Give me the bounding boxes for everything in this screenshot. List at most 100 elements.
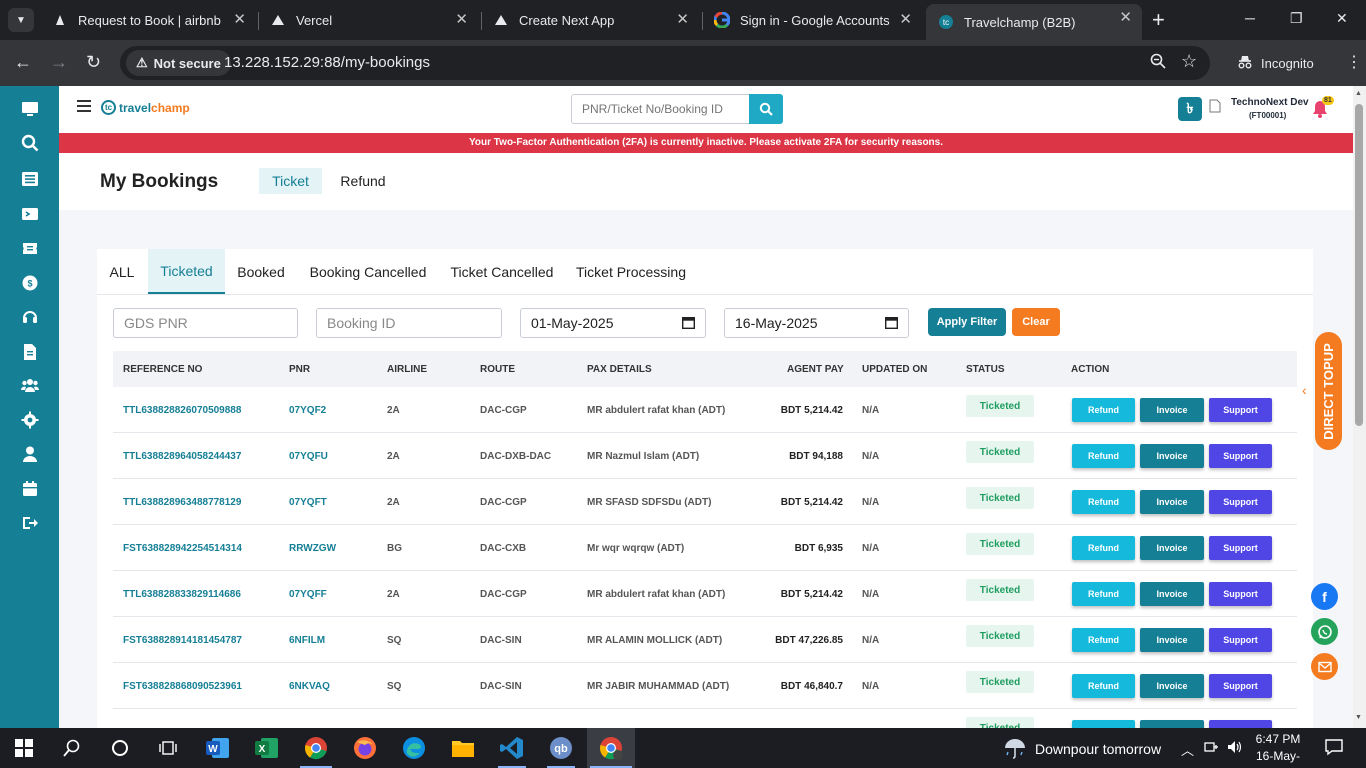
status-tab-ticketed[interactable]: Ticketed bbox=[148, 249, 225, 294]
email-icon[interactable] bbox=[1311, 653, 1338, 680]
notification-center-icon[interactable] bbox=[1325, 738, 1343, 759]
word-icon[interactable]: W bbox=[204, 734, 232, 762]
incognito-indicator[interactable]: Incognito bbox=[1223, 46, 1343, 80]
support-button[interactable]: Support bbox=[1209, 490, 1272, 514]
close-icon[interactable]: ✕ bbox=[233, 12, 246, 28]
security-chip[interactable]: ⚠ Not secure bbox=[126, 50, 231, 76]
reference-no[interactable]: FST638828942254514314 bbox=[123, 543, 242, 554]
pnr[interactable]: 07YQFU bbox=[289, 451, 328, 462]
refund-button[interactable]: Refund bbox=[1072, 674, 1135, 698]
ticket-icon[interactable] bbox=[20, 238, 40, 258]
browser-tab-travelchamp[interactable]: tc Travelchamp (B2B) ✕ bbox=[926, 4, 1142, 40]
calendar-icon[interactable] bbox=[20, 479, 40, 499]
edge-icon[interactable] bbox=[400, 734, 428, 762]
refund-button[interactable]: Refund bbox=[1072, 582, 1135, 606]
support-button[interactable]: Support bbox=[1209, 628, 1272, 652]
apply-filter-button[interactable]: Apply Filter bbox=[928, 308, 1006, 336]
volume-icon[interactable] bbox=[1227, 740, 1243, 757]
maximize-icon[interactable]: ❐ bbox=[1290, 10, 1303, 27]
pnr[interactable]: 6NFILM bbox=[289, 635, 325, 646]
payment-icon[interactable] bbox=[20, 204, 40, 224]
address-bar[interactable]: ⚠ Not secure 13.228.152.29:88/my-booking… bbox=[120, 46, 1210, 80]
close-window-icon[interactable]: ✕ bbox=[1336, 10, 1348, 27]
booking-id-input[interactable]: Booking ID bbox=[316, 308, 502, 338]
tab-refund[interactable]: Refund bbox=[333, 168, 393, 194]
weather-widget[interactable]: Downpour tomorrow bbox=[1003, 738, 1161, 760]
list-icon[interactable] bbox=[20, 169, 40, 189]
calendar-icon[interactable] bbox=[885, 316, 898, 329]
chrome-incognito-icon[interactable] bbox=[597, 734, 625, 762]
forward-arrow-icon[interactable]: → bbox=[50, 52, 68, 72]
chevron-up-icon[interactable]: ︿ bbox=[1181, 740, 1194, 759]
logout-icon[interactable] bbox=[20, 513, 40, 533]
close-icon[interactable]: ✕ bbox=[899, 12, 912, 28]
status-tab-ticket-cancelled[interactable]: Ticket Cancelled bbox=[447, 249, 557, 294]
wallet-button[interactable]: ৳ bbox=[1178, 97, 1202, 121]
bookmark-star-icon[interactable]: ☆ bbox=[1181, 51, 1197, 72]
vscode-icon[interactable] bbox=[498, 734, 526, 762]
invoice-button[interactable]: Invoice bbox=[1140, 444, 1204, 468]
pnr[interactable]: 07YQFT bbox=[289, 497, 327, 508]
qbittorrent-icon[interactable]: qb bbox=[547, 734, 575, 762]
refund-button[interactable]: Refund bbox=[1072, 398, 1135, 422]
support-button[interactable]: Support bbox=[1209, 444, 1272, 468]
chrome-icon[interactable] bbox=[302, 734, 330, 762]
file-explorer-icon[interactable] bbox=[449, 734, 477, 762]
document-icon[interactable] bbox=[20, 342, 40, 362]
whatsapp-icon[interactable] bbox=[1311, 618, 1338, 645]
tab-search-button[interactable]: ▼ bbox=[8, 8, 34, 32]
search-icon[interactable] bbox=[58, 734, 86, 762]
browser-tab-next-app[interactable]: Create Next App ✕ bbox=[481, 6, 699, 34]
status-tab-all[interactable]: ALL bbox=[103, 249, 141, 294]
invoice-button[interactable]: Invoice bbox=[1140, 536, 1204, 560]
hamburger-menu-icon[interactable] bbox=[77, 100, 91, 112]
reload-icon[interactable]: ↻ bbox=[86, 52, 101, 72]
settings-gear-icon[interactable] bbox=[20, 410, 40, 430]
to-date-input[interactable]: 16-May-2025 bbox=[724, 308, 909, 338]
gds-pnr-input[interactable]: GDS PNR bbox=[113, 308, 298, 338]
direct-topup-button[interactable]: DIRECT TOPUP bbox=[1315, 332, 1342, 450]
support-button[interactable]: Support bbox=[1209, 536, 1272, 560]
refund-button[interactable]: Refund bbox=[1072, 628, 1135, 652]
refund-button[interactable]: Refund bbox=[1072, 490, 1135, 514]
status-tab-booking-cancelled[interactable]: Booking Cancelled bbox=[305, 249, 431, 294]
facebook-icon[interactable]: f bbox=[1311, 583, 1338, 610]
users-icon[interactable] bbox=[20, 375, 40, 395]
invoice-button[interactable]: Invoice bbox=[1140, 628, 1204, 652]
minimize-icon[interactable]: ─ bbox=[1245, 10, 1255, 26]
invoice-button[interactable]: Invoice bbox=[1140, 674, 1204, 698]
pnr[interactable]: 07YQFF bbox=[289, 589, 327, 600]
tab-ticket[interactable]: Ticket bbox=[259, 168, 322, 194]
chevron-left-icon[interactable]: ‹ bbox=[1302, 382, 1307, 398]
browser-tab-vercel[interactable]: Vercel ✕ bbox=[258, 6, 478, 34]
calendar-icon[interactable] bbox=[682, 316, 695, 329]
invoice-button[interactable]: Invoice bbox=[1140, 490, 1204, 514]
support-button[interactable]: Support bbox=[1209, 674, 1272, 698]
search-button[interactable] bbox=[749, 94, 783, 124]
refund-button[interactable]: Refund bbox=[1072, 536, 1135, 560]
avatar-broken-image-icon[interactable] bbox=[1209, 99, 1223, 113]
page-scrollbar[interactable]: ▲ ▼ bbox=[1353, 86, 1366, 728]
reference-no[interactable]: TTL638828964058244437 bbox=[123, 451, 241, 462]
search-icon[interactable] bbox=[20, 133, 40, 153]
system-clock[interactable]: 6:47 PM 16-May-25 bbox=[1250, 731, 1306, 768]
reference-no[interactable]: FST638828868090523961 bbox=[123, 681, 242, 692]
from-date-input[interactable]: 01-May-2025 bbox=[520, 308, 706, 338]
close-icon[interactable]: ✕ bbox=[676, 12, 689, 28]
scroll-down-icon[interactable]: ▼ bbox=[1355, 714, 1362, 721]
reference-no[interactable]: FST638828914181454787 bbox=[123, 635, 242, 646]
invoice-button[interactable]: Invoice bbox=[1140, 720, 1204, 728]
booking-search-input[interactable] bbox=[571, 94, 749, 124]
coin-chat-icon[interactable]: $ bbox=[20, 273, 40, 293]
status-tab-ticket-processing[interactable]: Ticket Processing bbox=[573, 249, 689, 294]
refund-button[interactable]: Refund bbox=[1072, 720, 1135, 728]
scroll-up-icon[interactable]: ▲ bbox=[1355, 90, 1362, 97]
url-text[interactable]: 13.228.152.29:88/my-bookings bbox=[224, 54, 430, 71]
reference-no[interactable]: TTL638828833829114686 bbox=[123, 589, 241, 600]
scroll-thumb[interactable] bbox=[1355, 104, 1363, 426]
browser-tab-google[interactable]: Sign in - Google Accounts ✕ bbox=[702, 6, 922, 34]
cortana-icon[interactable] bbox=[106, 734, 134, 762]
back-arrow-icon[interactable]: ← bbox=[14, 52, 32, 72]
browser-menu-icon[interactable]: ⋮ bbox=[1346, 52, 1362, 72]
pnr[interactable]: RRWZGW bbox=[289, 543, 336, 554]
